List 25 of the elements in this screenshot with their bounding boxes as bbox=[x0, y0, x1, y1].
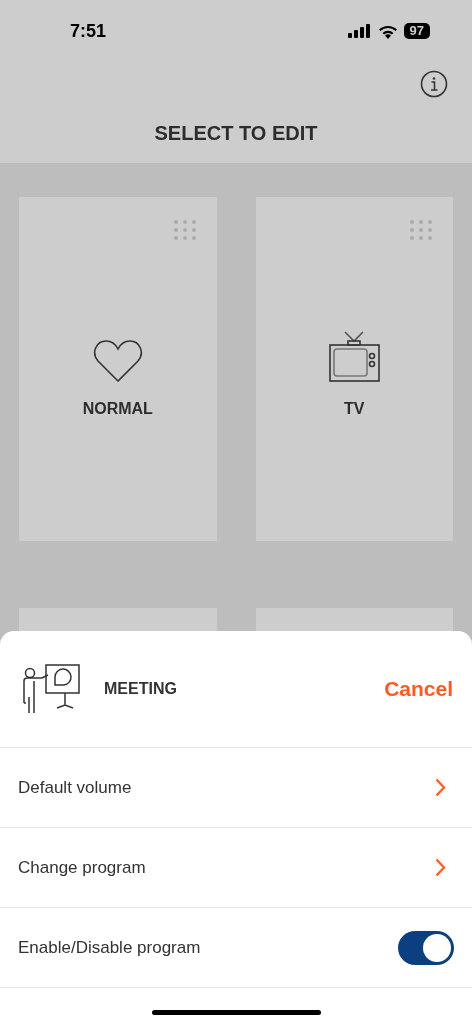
option-label: Enable/Disable program bbox=[18, 936, 201, 959]
program-label: TV bbox=[344, 399, 365, 419]
page-title: SELECT TO EDIT bbox=[154, 120, 318, 146]
toggle-switch[interactable] bbox=[398, 930, 454, 965]
drag-handle-icon bbox=[409, 219, 433, 241]
program-label: NORMAL bbox=[82, 399, 153, 419]
option-label: Default volume bbox=[18, 776, 132, 799]
option-row[interactable]: Change program bbox=[0, 828, 472, 908]
option-label: Change program bbox=[18, 856, 146, 879]
wifi-icon bbox=[377, 23, 398, 39]
program-card[interactable]: TV bbox=[255, 197, 453, 541]
program-name: MEETING bbox=[104, 679, 177, 699]
option-row[interactable]: Default volume bbox=[0, 748, 472, 828]
tv-icon bbox=[328, 331, 381, 383]
info-icon[interactable] bbox=[420, 70, 448, 98]
program-card[interactable]: NORMAL bbox=[19, 197, 217, 541]
heart-icon bbox=[92, 339, 143, 383]
signal-icon bbox=[347, 24, 372, 38]
status-time: 7:51 bbox=[70, 19, 107, 43]
battery-indicator: 97 bbox=[403, 23, 430, 39]
option-row[interactable]: Enable/Disable program bbox=[0, 908, 472, 988]
chevron-icon bbox=[435, 858, 446, 877]
chevron-icon bbox=[435, 778, 446, 797]
presenter-icon bbox=[20, 663, 82, 715]
drag-handle-icon bbox=[172, 219, 197, 241]
